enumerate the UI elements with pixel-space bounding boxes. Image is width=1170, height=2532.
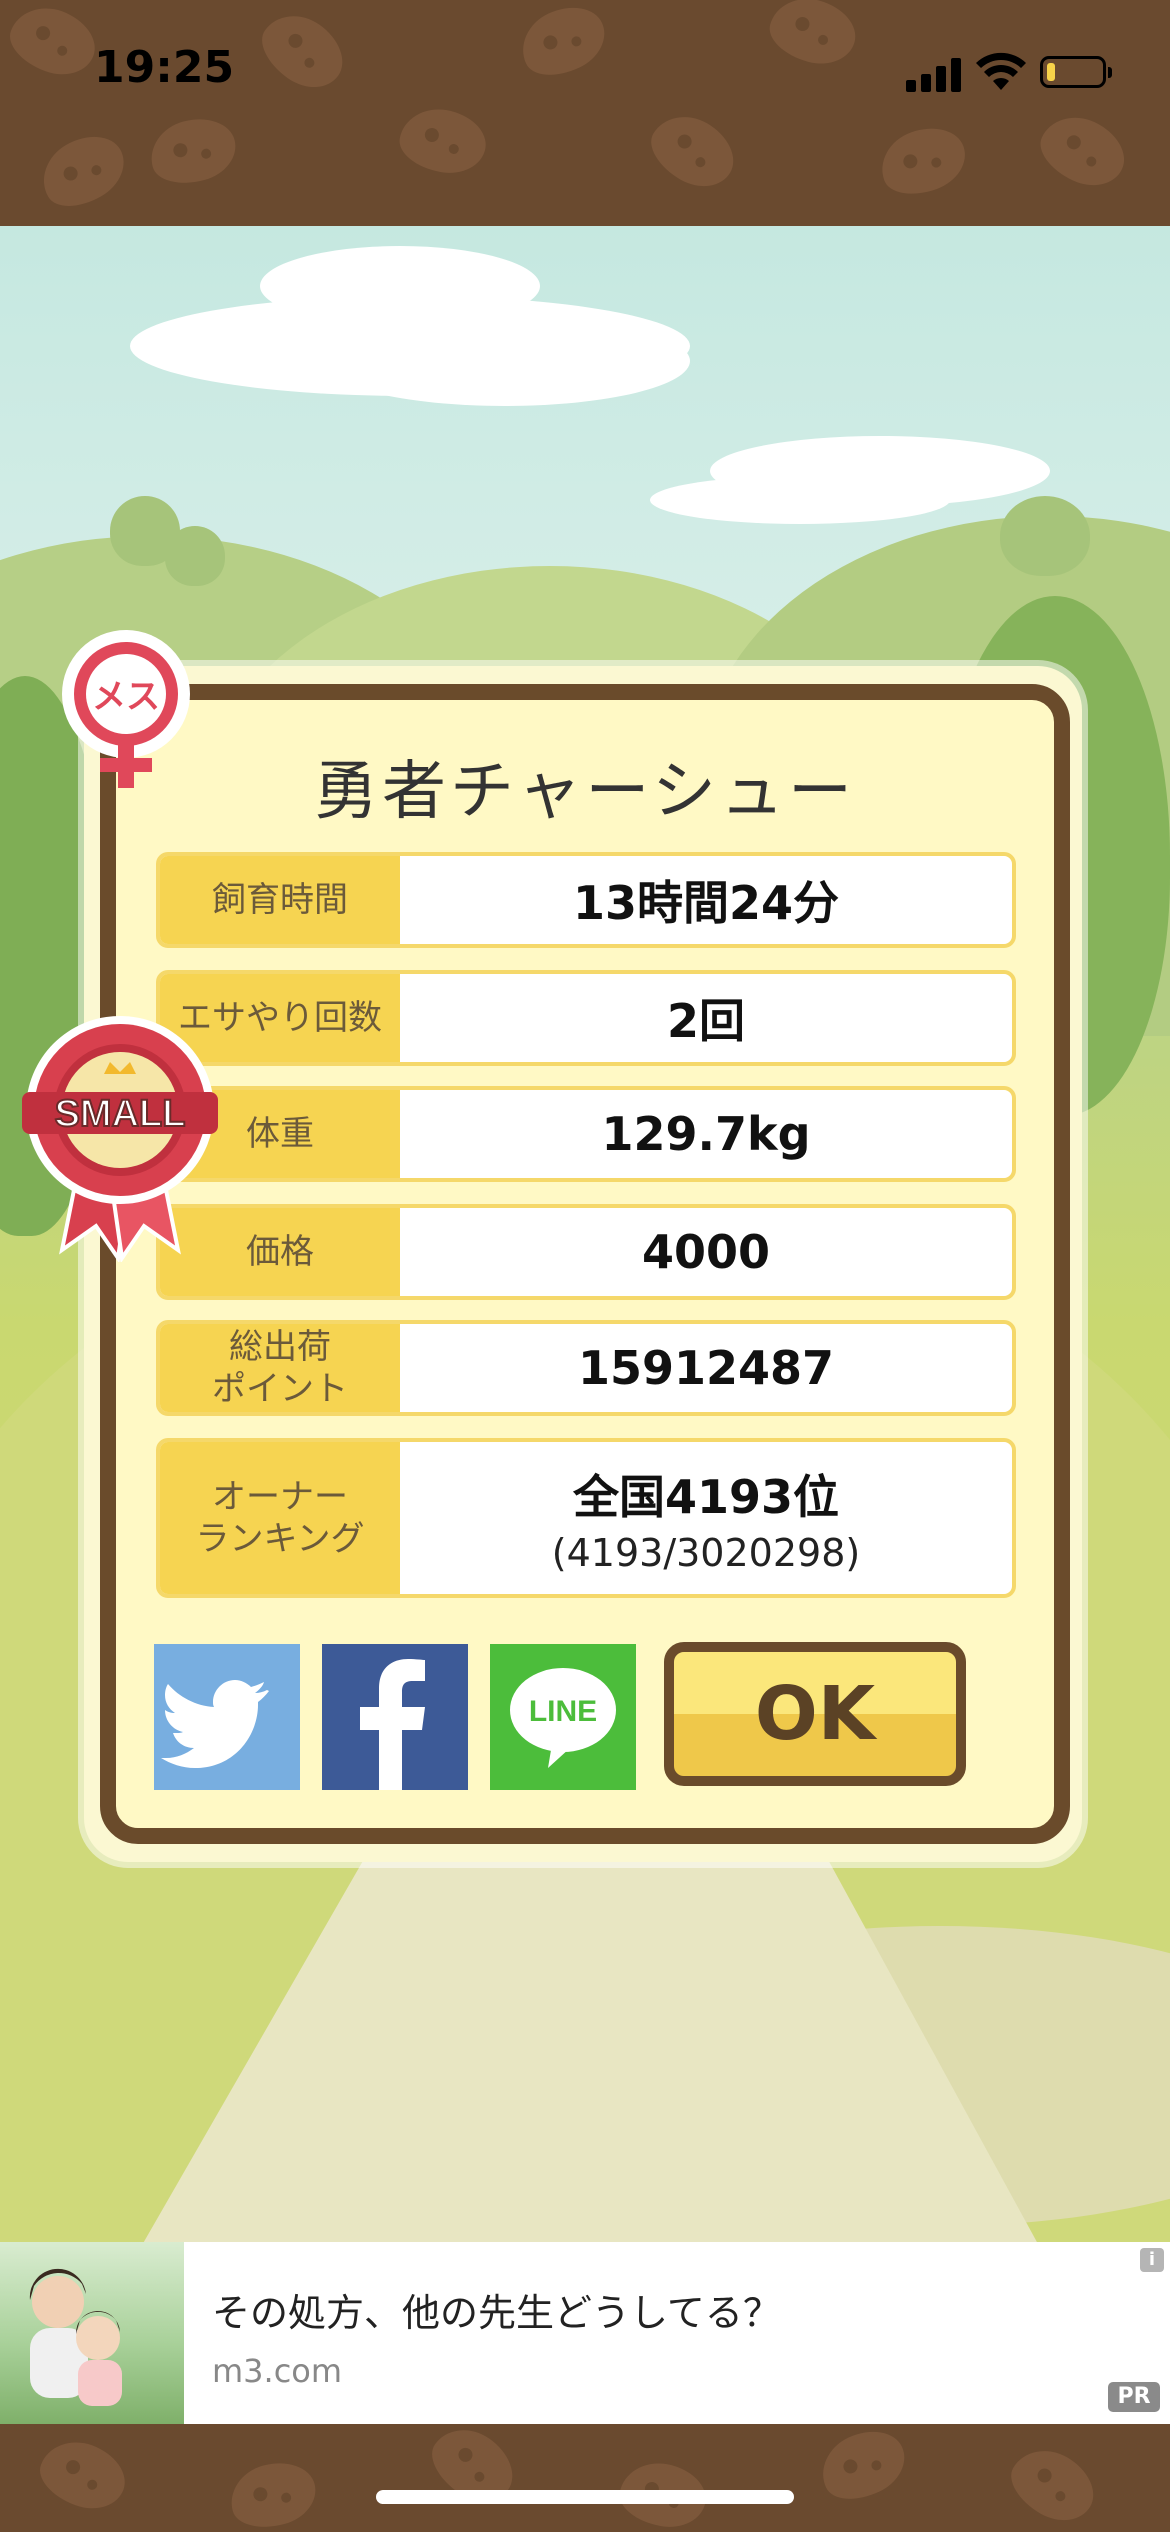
stat-row-price: 価格 4000 bbox=[156, 1204, 1016, 1300]
svg-text:メス: メス bbox=[92, 677, 160, 717]
stat-value: 全国4193位 (4193/3020298) bbox=[400, 1442, 1012, 1594]
stat-row-feeding-time: 飼育時間 13時間24分 bbox=[156, 852, 1016, 948]
bottom-background bbox=[0, 2424, 1170, 2532]
cellular-signal-icon bbox=[906, 56, 962, 92]
stat-row-weight: 体重 129.7kg bbox=[156, 1086, 1016, 1182]
stat-row-shipping-points: 総出荷 ポイント 15912487 bbox=[156, 1320, 1016, 1416]
stat-value: 15912487 bbox=[577, 1341, 835, 1395]
line-icon: LINE bbox=[510, 1668, 616, 1768]
facebook-icon bbox=[360, 1659, 425, 1790]
twitter-share-button[interactable] bbox=[154, 1644, 300, 1790]
stat-value: 129.7kg bbox=[601, 1107, 811, 1161]
ok-button[interactable]: OK bbox=[664, 1642, 966, 1786]
ad-image bbox=[0, 2242, 184, 2424]
facebook-share-button[interactable] bbox=[322, 1644, 468, 1790]
status-bar: 19:25 bbox=[0, 0, 1170, 226]
twitter-icon bbox=[161, 1680, 269, 1768]
ad-url[interactable]: m3.com bbox=[212, 2352, 342, 2390]
stat-value: 13時間24分 bbox=[572, 876, 840, 930]
stat-label: 飼育時間 bbox=[160, 856, 400, 944]
wifi-icon bbox=[976, 52, 1026, 90]
pig-name-title: 勇者チャーシュー bbox=[313, 755, 857, 829]
home-indicator[interactable] bbox=[376, 2490, 794, 2504]
result-dialog: 勇者チャーシュー 飼育時間 13時間24分 エサやり回数 2回 体重 129.7… bbox=[100, 684, 1070, 1844]
stat-value: 4000 bbox=[641, 1225, 771, 1279]
ranking-detail: (4193/3020298) bbox=[551, 1531, 861, 1575]
ad-title[interactable]: その処方、他の先生どうしてる？ bbox=[212, 2282, 781, 2337]
female-icon: メス bbox=[62, 630, 190, 788]
line-share-button[interactable]: LINE bbox=[490, 1644, 636, 1790]
svg-text:LINE: LINE bbox=[529, 1695, 597, 1728]
ad-pr-badge: PR bbox=[1108, 2382, 1160, 2412]
stat-label: 総出荷 ポイント bbox=[160, 1324, 400, 1412]
status-time: 19:25 bbox=[94, 42, 235, 93]
stat-row-owner-ranking: オーナー ランキング 全国4193位 (4193/3020298) bbox=[156, 1438, 1016, 1598]
ad-banner[interactable]: その処方、他の先生どうしてる？ m3.com PR i bbox=[0, 2242, 1170, 2424]
svg-text:SMALL: SMALL bbox=[55, 1093, 186, 1135]
stat-value: 2回 bbox=[666, 994, 745, 1048]
stat-row-feed-count: エサやり回数 2回 bbox=[156, 970, 1016, 1066]
stat-label: オーナー ランキング bbox=[160, 1442, 400, 1594]
battery-icon bbox=[1040, 56, 1112, 88]
ad-info-icon[interactable]: i bbox=[1140, 2248, 1164, 2272]
ribbon-icon: SMALL bbox=[22, 1016, 218, 1262]
ranking-value: 全国4193位 bbox=[572, 1470, 840, 1524]
